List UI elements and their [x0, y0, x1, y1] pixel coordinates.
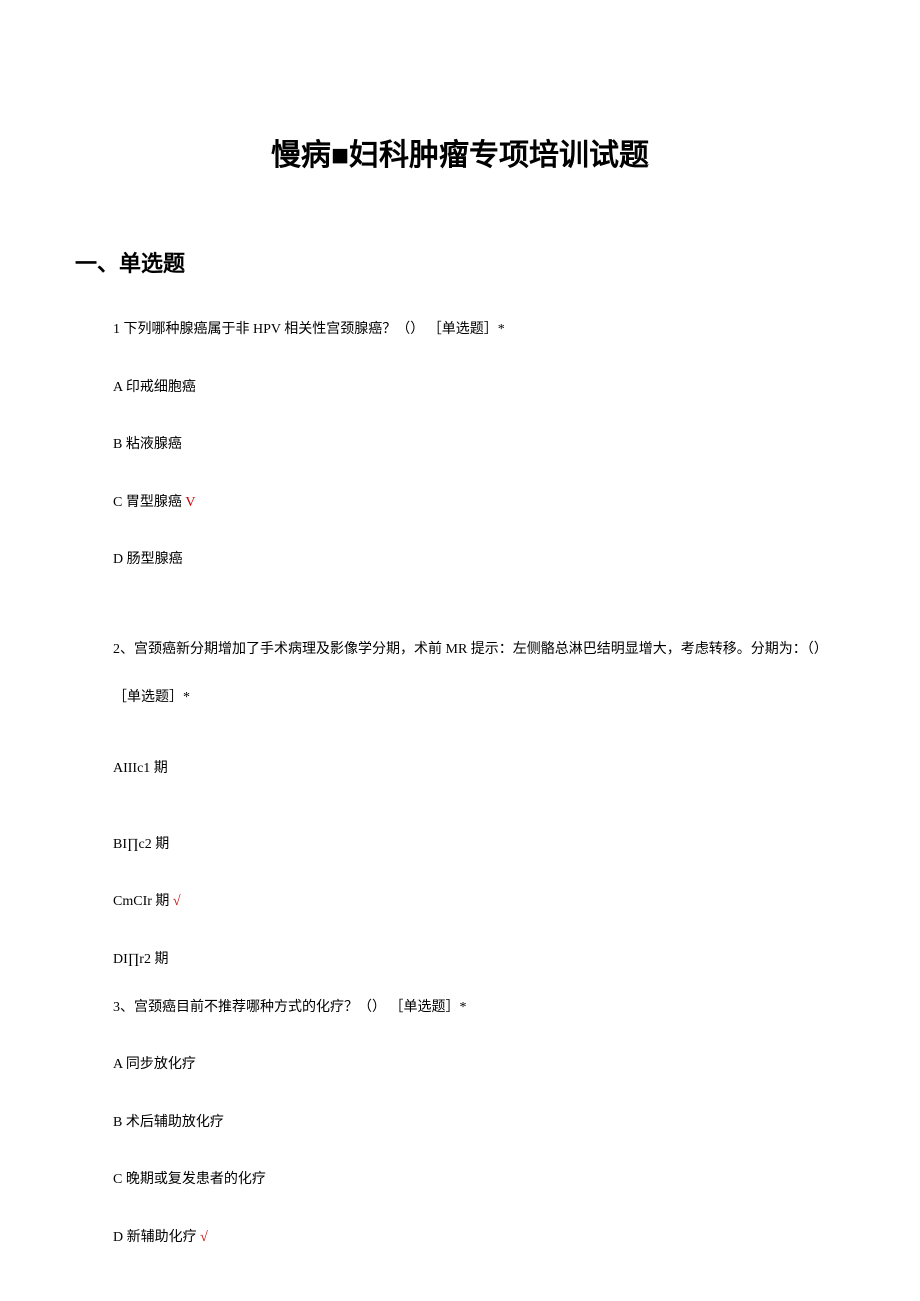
section-heading: 一、单选题 — [75, 246, 845, 278]
question-2-text: 2、宫颈癌新分期增加了手术病理及影像学分期，术前 MR 提示：左侧骼总淋巴结明显… — [113, 626, 845, 721]
question-1-option-c: C 胃型腺癌 V — [113, 493, 845, 513]
question-3-text: 3、宫颈癌目前不推荐哪种方式的化疗？（） ［单选题］* — [113, 998, 845, 1018]
question-2-option-d: DI∏r2 期 — [113, 950, 845, 970]
question-2-option-b: BI∏c2 期 — [113, 835, 845, 855]
question-3-option-d: D 新辅助化疗 √ — [113, 1228, 845, 1248]
question-3-option-b: B 术后辅助放化疗 — [113, 1113, 845, 1133]
correct-mark-icon: V — [182, 495, 196, 510]
question-1-option-d: D 肠型腺癌 — [113, 550, 845, 570]
option-text: CmCIr 期 — [113, 894, 169, 909]
question-1-option-b: B 粘液腺癌 — [113, 435, 845, 455]
question-1-text: 1 下列哪种腺癌属于非 HPV 相关性宫颈腺癌？（） ［单选题］* — [113, 320, 845, 340]
content-body: 1 下列哪种腺癌属于非 HPV 相关性宫颈腺癌？（） ［单选题］* A 印戒细胞… — [75, 320, 845, 1248]
question-2-option-a: AIIIc1 期 — [113, 759, 845, 779]
option-text: D 新辅助化疗 — [113, 1230, 197, 1245]
document-title: 慢病■妇科肿瘤专项培训试题 — [75, 130, 845, 174]
question-2-option-c: CmCIr 期 √ — [113, 892, 845, 912]
correct-mark-icon: √ — [169, 894, 180, 909]
question-3-option-c: C 晚期或复发患者的化疗 — [113, 1170, 845, 1190]
correct-mark-icon: √ — [197, 1230, 208, 1245]
question-1-option-a: A 印戒细胞癌 — [113, 378, 845, 398]
question-3-option-a: A 同步放化疗 — [113, 1055, 845, 1075]
option-text: C 胃型腺癌 — [113, 495, 182, 510]
